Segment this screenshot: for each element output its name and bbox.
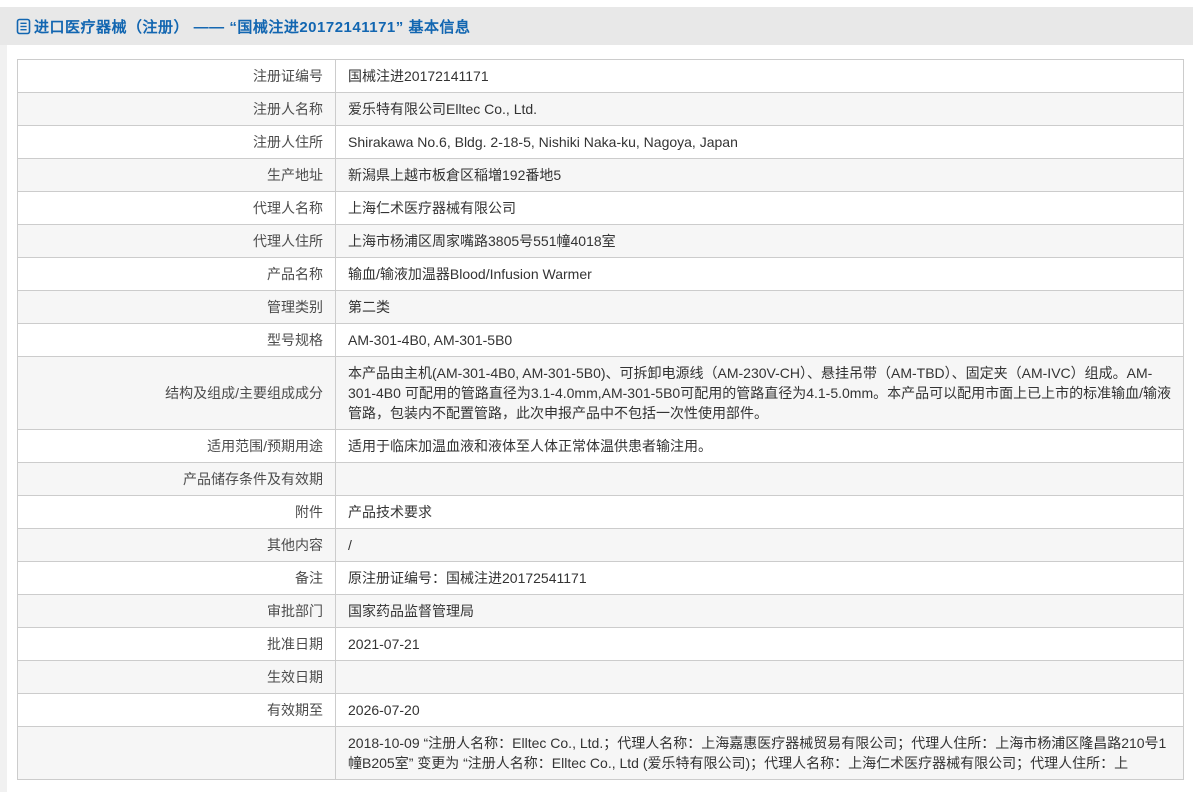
row-value: 原注册证编号：国械注进20172541171	[335, 561, 1184, 595]
row-label: 有效期至	[17, 693, 336, 727]
row-value: 上海仁术医疗器械有限公司	[335, 191, 1184, 225]
table-row: 注册证编号 国械注进20172141171	[17, 59, 1184, 93]
table-row: 代理人住所 上海市杨浦区周家嘴路3805号551幢4018室	[17, 224, 1184, 258]
row-label: 附件	[17, 495, 336, 529]
table-row: 其他内容 /	[17, 528, 1184, 562]
page-left-edge	[0, 45, 7, 792]
row-value	[335, 462, 1184, 496]
row-label: 注册人住所	[17, 125, 336, 159]
row-value: 2018-10-09 “注册人名称：Elltec Co., Ltd.；代理人名称…	[335, 726, 1184, 780]
row-value: 本产品由主机(AM-301-4B0, AM-301-5B0)、可拆卸电源线（AM…	[335, 356, 1184, 430]
table-row: 注册人名称 爱乐特有限公司Elltec Co., Ltd.	[17, 92, 1184, 126]
page-header: 进口医疗器械（注册） —— “国械注进20172141171” 基本信息	[0, 7, 1193, 45]
row-value: /	[335, 528, 1184, 562]
table-row: 附件 产品技术要求	[17, 495, 1184, 529]
table-row: 2018-10-09 “注册人名称：Elltec Co., Ltd.；代理人名称…	[17, 726, 1184, 780]
row-value: 上海市杨浦区周家嘴路3805号551幢4018室	[335, 224, 1184, 258]
row-label: 产品名称	[17, 257, 336, 291]
row-value: 2026-07-20	[335, 693, 1184, 727]
row-label: 产品储存条件及有效期	[17, 462, 336, 496]
row-value: 爱乐特有限公司Elltec Co., Ltd.	[335, 92, 1184, 126]
row-value: Shirakawa No.6, Bldg. 2-18-5, Nishiki Na…	[335, 125, 1184, 159]
table-row: 代理人名称 上海仁术医疗器械有限公司	[17, 191, 1184, 225]
row-label: 结构及组成/主要组成成分	[17, 356, 336, 430]
row-label: 代理人名称	[17, 191, 336, 225]
table-row: 产品名称 输血/输液加温器Blood/Infusion Warmer	[17, 257, 1184, 291]
row-label: 代理人住所	[17, 224, 336, 258]
row-label: 备注	[17, 561, 336, 595]
row-label: 管理类别	[17, 290, 336, 324]
row-label: 注册人名称	[17, 92, 336, 126]
content-area: 注册证编号 国械注进20172141171 注册人名称 爱乐特有限公司Elltec C…	[0, 45, 1193, 780]
table-row: 管理类别 第二类	[17, 290, 1184, 324]
table-row: 批准日期 2021-07-21	[17, 627, 1184, 661]
row-value: 国家药品监督管理局	[335, 594, 1184, 628]
row-value	[335, 660, 1184, 694]
row-value: 2021-07-21	[335, 627, 1184, 661]
page-title: 进口医疗器械（注册） —— “国械注进20172141171” 基本信息	[34, 18, 471, 36]
table-row: 生效日期	[17, 660, 1184, 694]
row-label: 审批部门	[17, 594, 336, 628]
table-row: 型号规格 AM-301-4B0, AM-301-5B0	[17, 323, 1184, 357]
table-row: 备注 原注册证编号：国械注进20172541171	[17, 561, 1184, 595]
registration-table-body: 注册证编号 国械注进20172141171 注册人名称 爱乐特有限公司Elltec C…	[17, 59, 1184, 780]
document-icon	[16, 18, 31, 35]
row-label: 适用范围/预期用途	[17, 429, 336, 463]
row-value: 第二类	[335, 290, 1184, 324]
row-label: 生产地址	[17, 158, 336, 192]
table-row: 注册人住所 Shirakawa No.6, Bldg. 2-18-5, Nishi…	[17, 125, 1184, 159]
row-label: 其他内容	[17, 528, 336, 562]
row-value: 国械注进20172141171	[335, 59, 1184, 93]
table-row: 有效期至 2026-07-20	[17, 693, 1184, 727]
row-label: 生效日期	[17, 660, 336, 694]
table-row: 适用范围/预期用途 适用于临床加温血液和液体至人体正常体温供患者输注用。	[17, 429, 1184, 463]
registration-table: 注册证编号 国械注进20172141171 注册人名称 爱乐特有限公司Elltec C…	[17, 59, 1184, 780]
row-value: 产品技术要求	[335, 495, 1184, 529]
row-value: 输血/输液加温器Blood/Infusion Warmer	[335, 257, 1184, 291]
table-row: 结构及组成/主要组成成分 本产品由主机(AM-301-4B0, AM-301-5B…	[17, 356, 1184, 430]
row-label: 批准日期	[17, 627, 336, 661]
row-label: 注册证编号	[17, 59, 336, 93]
table-row: 产品储存条件及有效期	[17, 462, 1184, 496]
row-label	[17, 726, 336, 780]
row-value: 新潟県上越市板倉区稲増192番地5	[335, 158, 1184, 192]
row-label: 型号规格	[17, 323, 336, 357]
table-row: 生产地址 新潟県上越市板倉区稲増192番地5	[17, 158, 1184, 192]
table-row: 审批部门 国家药品监督管理局	[17, 594, 1184, 628]
row-value: AM-301-4B0, AM-301-5B0	[335, 323, 1184, 357]
row-value: 适用于临床加温血液和液体至人体正常体温供患者输注用。	[335, 429, 1184, 463]
